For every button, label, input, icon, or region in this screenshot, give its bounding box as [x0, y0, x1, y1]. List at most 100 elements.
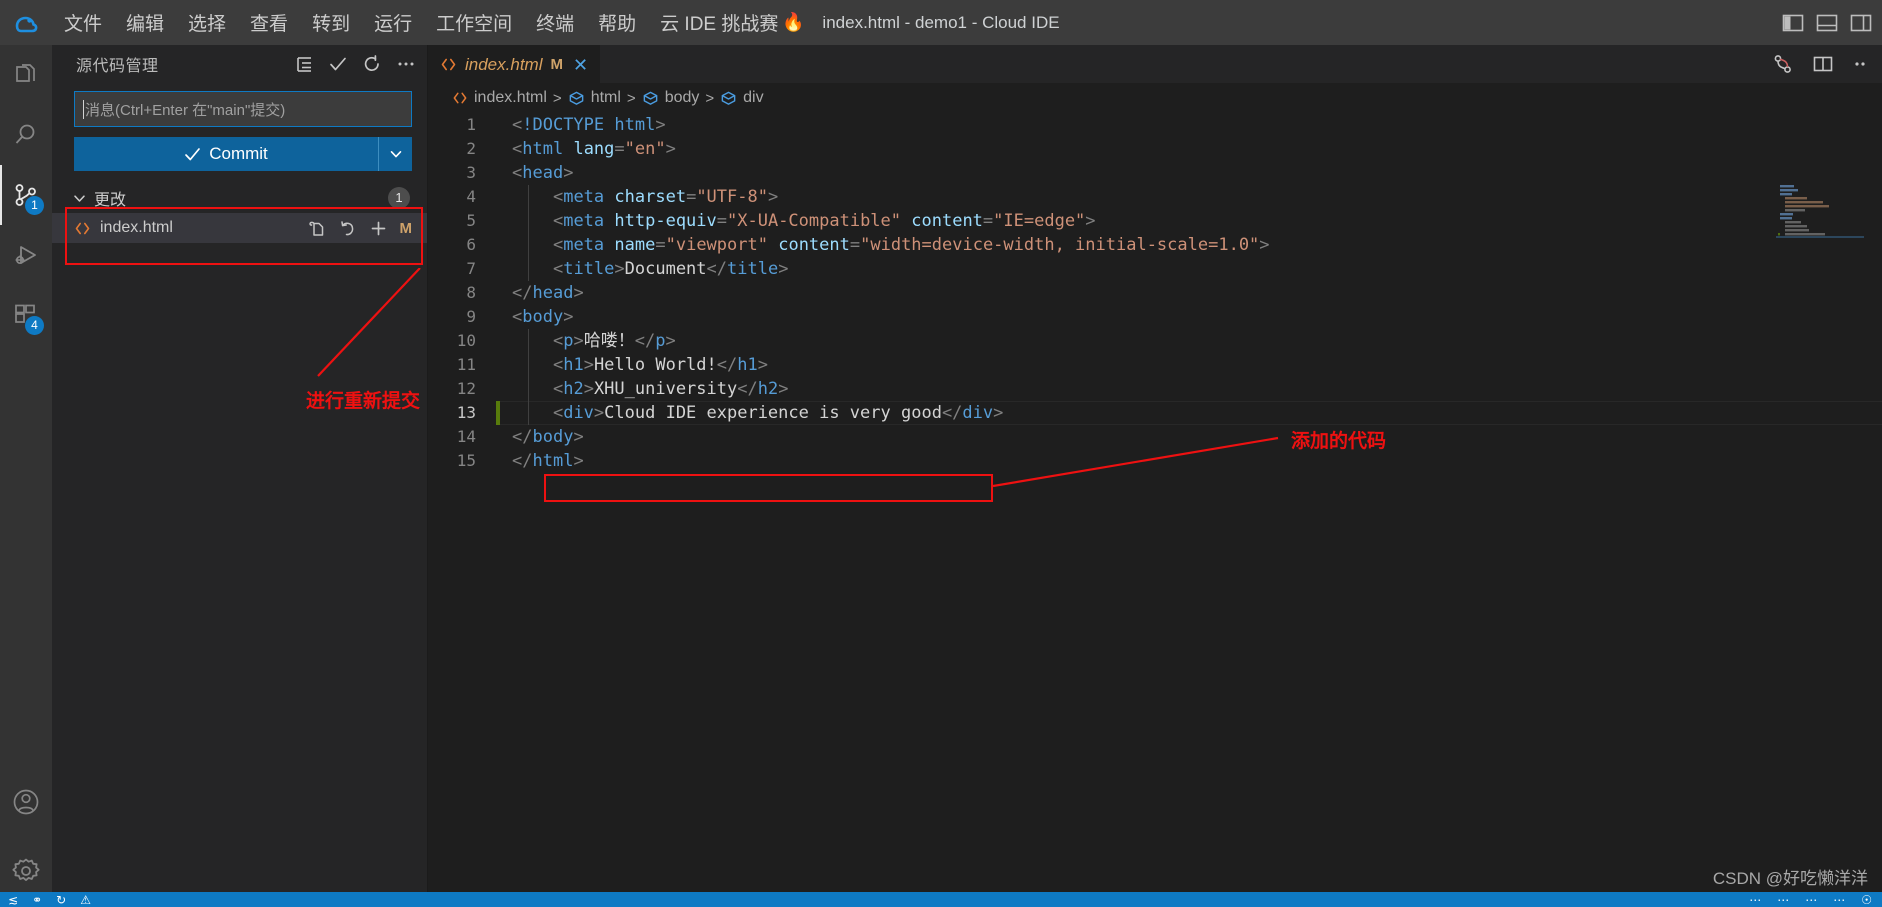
sidebar-item-run-debug[interactable] [0, 225, 52, 285]
code-token: > [665, 331, 676, 351]
menu-item-terminal[interactable]: 终端 [524, 5, 586, 40]
code-line[interactable]: 13 <div>Cloud IDE experience is very goo… [428, 401, 1882, 425]
commit-check-icon[interactable] [328, 54, 348, 74]
indentation-indicator[interactable]: ⋯ [1777, 894, 1789, 906]
code-token: > [563, 307, 574, 327]
check-icon [185, 147, 201, 160]
line-number: 9 [466, 307, 476, 326]
toggle-secondary-sidebar-icon[interactable] [1850, 13, 1872, 33]
breadcrumb-item-html[interactable]: html [568, 89, 621, 107]
refresh-icon[interactable] [362, 54, 382, 74]
status-badge: M [399, 219, 413, 237]
indent-guide [528, 353, 529, 377]
warning-icon[interactable]: ⚠ [80, 894, 91, 906]
menu-bar: 文件 编辑 选择 查看 转到 运行 工作空间 终端 帮助 云 IDE 挑战赛 🔥 [52, 5, 815, 40]
encoding-indicator[interactable]: ⋯ [1805, 894, 1817, 906]
commit-dropdown-button[interactable] [378, 137, 412, 171]
code-line[interactable]: 5 <meta http-equiv="X-UA-Compatible" con… [428, 209, 1882, 233]
code-line[interactable]: 15 </html> [428, 449, 1882, 473]
list-item[interactable]: index.html M [52, 213, 428, 243]
more-actions-icon[interactable] [1852, 54, 1872, 74]
code-line[interactable]: 12 <h2>XHU_university</h2> [428, 377, 1882, 401]
code-line-text: <h1>Hello World!</h1> [498, 353, 768, 377]
code-line-text: <p>哈喽！</p> [498, 329, 676, 353]
code-content[interactable]: 1 <!DOCTYPE html> 2 <html lang="en"> 3 <head>… [428, 113, 1882, 473]
sidebar-item-search[interactable] [0, 105, 52, 165]
sidebar-item-explorer[interactable] [0, 45, 52, 105]
code-line[interactable]: 10 <p>哈喽！</p> [428, 329, 1882, 353]
breadcrumb-label: index.html [474, 89, 547, 106]
account-icon[interactable] [0, 769, 52, 835]
sidebar-item-extensions[interactable]: 4 [0, 285, 52, 345]
bell-icon[interactable]: ☉ [1861, 894, 1872, 906]
toggle-panel-icon[interactable] [1816, 13, 1838, 33]
code-token: charset [614, 187, 687, 207]
activity-bar: 1 4 [0, 45, 52, 907]
code-line[interactable]: 14 </body> [428, 425, 1882, 449]
commit-button[interactable]: Commit [74, 137, 378, 171]
menu-item-edit[interactable]: 编辑 [114, 5, 176, 40]
commit-message-input[interactable]: 消息(Ctrl+Enter 在"main"提交) [74, 91, 412, 127]
breadcrumb-item-body[interactable]: body [642, 89, 699, 107]
breadcrumb-item-file[interactable]: index.html [452, 89, 547, 107]
code-line[interactable]: 6 <meta name="viewport" content="width=d… [428, 233, 1882, 257]
code-line[interactable]: 4 <meta charset="UTF-8"> [428, 185, 1882, 209]
menu-item-file[interactable]: 文件 [52, 5, 114, 40]
code-line[interactable]: 2 <html lang="en"> [428, 137, 1882, 161]
breadcrumb-separator: > [552, 89, 562, 107]
sidebar-item-source-control[interactable]: 1 [0, 165, 52, 225]
code-token: > [573, 331, 584, 351]
symbol-cube-icon [568, 90, 585, 107]
menu-item-view[interactable]: 查看 [238, 5, 300, 40]
code-token: > [573, 451, 584, 471]
discard-changes-icon[interactable] [338, 219, 357, 238]
code-line-text: <meta name="viewport" content="width=dev… [498, 233, 1270, 257]
sync-icon[interactable]: ↻ [56, 894, 66, 906]
code-token: > [655, 115, 666, 135]
split-diff-icon[interactable] [1772, 53, 1794, 75]
open-file-icon[interactable] [307, 219, 326, 238]
code-token: < [552, 235, 564, 255]
code-token: = [655, 235, 666, 255]
code-line[interactable]: 9 <body> [428, 305, 1882, 329]
indent-guide [528, 377, 529, 401]
menu-item-challenge[interactable]: 云 IDE 挑战赛 [648, 5, 782, 40]
changes-count-badge: 1 [388, 187, 410, 209]
breadcrumb-label: html [590, 89, 621, 106]
code-token: h1 [563, 355, 584, 375]
branch-icon[interactable]: ⚭ [32, 894, 42, 906]
html-file-icon [452, 90, 468, 106]
changes-group-header[interactable]: 更改 1 [52, 183, 428, 213]
toggle-primary-sidebar-icon[interactable] [1782, 13, 1804, 33]
code-token: </ [512, 427, 533, 447]
code-editor[interactable]: 1 <!DOCTYPE html> 2 <html lang="en"> 3 <head>… [428, 113, 1882, 892]
code-line[interactable]: 11 <h1>Hello World!</h1> [428, 353, 1882, 377]
split-editor-icon[interactable] [1812, 53, 1834, 75]
line-col-indicator[interactable]: ⋯ [1749, 894, 1761, 906]
menu-item-help[interactable]: 帮助 [586, 5, 648, 40]
breadcrumb-item-div[interactable]: div [720, 89, 764, 107]
line-number: 2 [466, 139, 476, 158]
menu-item-selection[interactable]: 选择 [176, 5, 238, 40]
close-icon[interactable]: ✕ [573, 56, 588, 74]
language-mode-indicator[interactable]: ⋯ [1833, 894, 1845, 906]
stage-changes-icon[interactable] [369, 219, 388, 238]
code-line[interactable]: 1 <!DOCTYPE html> [428, 113, 1882, 137]
menu-item-goto[interactable]: 转到 [300, 5, 362, 40]
tab-index-html[interactable]: index.html M ✕ [428, 45, 601, 83]
code-token: head [532, 283, 574, 303]
line-number: 7 [466, 259, 476, 278]
more-actions-icon[interactable] [396, 54, 416, 74]
view-as-tree-icon[interactable] [295, 55, 314, 74]
line-number: 14 [456, 427, 476, 446]
menu-item-workspace[interactable]: 工作空间 [424, 5, 524, 40]
remote-icon[interactable]: ≲ [8, 894, 18, 906]
line-number: 6 [466, 235, 476, 254]
code-line[interactable]: 7 <title>Document</title> [428, 257, 1882, 281]
chevron-down-icon [72, 191, 87, 206]
code-line[interactable]: 3 <head> [428, 161, 1882, 185]
menu-item-run[interactable]: 运行 [362, 5, 424, 40]
code-token: !DOCTYPE html [522, 115, 656, 135]
code-line[interactable]: 8 </head> [428, 281, 1882, 305]
